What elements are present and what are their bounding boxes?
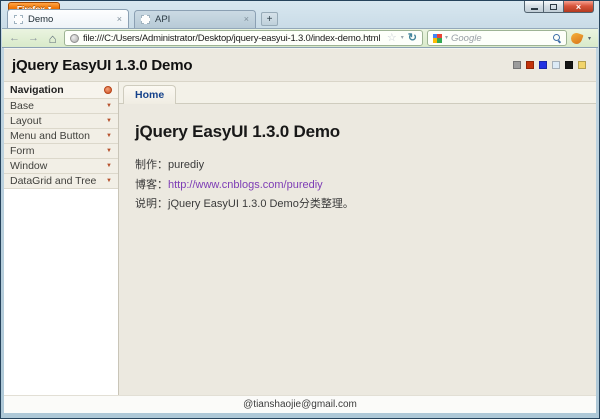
chevron-down-icon: ▼ bbox=[106, 118, 112, 124]
page-title: jQuery EasyUI 1.3.0 Demo bbox=[12, 56, 193, 74]
page-body: Navigation Base ▼ Layout ▼ Menu and Butt… bbox=[4, 81, 596, 395]
page-header: jQuery EasyUI 1.3.0 Demo bbox=[4, 49, 596, 81]
tab-demo[interactable]: Demo × bbox=[7, 9, 129, 28]
content-heading: jQuery EasyUI 1.3.0 Demo bbox=[135, 122, 340, 141]
titlebar: Firefox ▾ × Demo × API × + bbox=[1, 1, 599, 28]
footer-email: @tianshaojie@gmail.com bbox=[243, 399, 357, 410]
description-line: 说明：jQuery EasyUI 1.3.0 Demo分类整理。 bbox=[135, 197, 580, 212]
maximize-icon bbox=[550, 3, 557, 10]
url-text[interactable]: file:///C:/Users/Administrator/Desktop/j… bbox=[83, 33, 383, 44]
minimize-icon bbox=[530, 7, 538, 10]
minimize-button[interactable] bbox=[524, 1, 544, 13]
addon-icon[interactable] bbox=[569, 30, 584, 46]
bookmark-star-icon[interactable]: ☆ bbox=[387, 32, 397, 44]
sidebar-item-form[interactable]: Form ▼ bbox=[4, 144, 118, 159]
sidebar-item-datagrid-and-tree[interactable]: DataGrid and Tree ▼ bbox=[4, 174, 118, 189]
tab-home[interactable]: Home bbox=[123, 85, 177, 104]
page-footer: @tianshaojie@gmail.com bbox=[4, 395, 596, 413]
panel-tool-icon[interactable] bbox=[104, 86, 112, 94]
chevron-down-icon: ▼ bbox=[106, 178, 112, 184]
search-engine-dropdown-icon[interactable]: ▾ bbox=[445, 35, 448, 41]
url-bar[interactable]: file:///C:/Users/Administrator/Desktop/j… bbox=[64, 30, 423, 46]
url-dropdown-icon[interactable]: ▾ bbox=[401, 35, 404, 41]
theme-swatch[interactable] bbox=[552, 61, 560, 69]
home-content: jQuery EasyUI 1.3.0 Demo 制作：purediy 博客：h… bbox=[119, 104, 596, 395]
forward-button[interactable]: → bbox=[26, 31, 41, 46]
chevron-down-icon: ▼ bbox=[106, 133, 112, 139]
sidebar-item-label: Menu and Button bbox=[10, 130, 90, 142]
search-icon[interactable] bbox=[552, 34, 561, 42]
back-button[interactable]: ← bbox=[7, 31, 22, 46]
toolbar-overflow-icon[interactable]: ▾ bbox=[586, 35, 593, 42]
default-page-icon bbox=[141, 15, 150, 24]
navigation-toolbar: ← → ⌂ file:///C:/Users/Administrator/Des… bbox=[2, 28, 598, 48]
chevron-down-icon: ▼ bbox=[106, 103, 112, 109]
google-logo-icon bbox=[432, 33, 442, 43]
description-value: jQuery EasyUI 1.3.0 Demo分类整理。 bbox=[168, 198, 354, 210]
sidebar-item-label: DataGrid and Tree bbox=[10, 175, 97, 187]
close-tab-icon[interactable]: × bbox=[244, 15, 249, 24]
author-line: 制作：purediy bbox=[135, 158, 580, 173]
sidebar-item-menu-and-button[interactable]: Menu and Button ▼ bbox=[4, 129, 118, 144]
theme-switcher bbox=[513, 61, 586, 69]
navigation-panel-title: Navigation bbox=[10, 84, 64, 96]
blog-line: 博客：http://www.cnblogs.com/purediy bbox=[135, 178, 580, 193]
browser-window: Firefox ▾ × Demo × API × + ← → ⌂ bbox=[0, 0, 600, 419]
tab-home-label: Home bbox=[135, 89, 165, 101]
search-box[interactable]: ▾ Google bbox=[426, 30, 567, 46]
navigation-panel-header: Navigation bbox=[4, 82, 118, 99]
web-page: jQuery EasyUI 1.3.0 Demo Navigation Base… bbox=[4, 48, 596, 413]
chevron-down-icon: ▼ bbox=[106, 148, 112, 154]
sidebar-item-label: Layout bbox=[10, 115, 42, 127]
default-page-icon bbox=[14, 14, 23, 24]
sidebar-item-label: Form bbox=[10, 145, 35, 157]
theme-swatch[interactable] bbox=[526, 61, 534, 69]
author-label: 制作： bbox=[135, 159, 168, 171]
google-logo-cell bbox=[437, 38, 442, 43]
tab-label: Demo bbox=[28, 13, 54, 25]
home-button[interactable]: ⌂ bbox=[45, 31, 60, 46]
description-label: 说明： bbox=[135, 198, 168, 210]
tab-strip: Demo × API × + bbox=[7, 9, 278, 28]
page-globe-icon bbox=[70, 33, 79, 43]
sidebar-item-base[interactable]: Base ▼ bbox=[4, 99, 118, 114]
main-panel: Home jQuery EasyUI 1.3.0 Demo 制作：purediy… bbox=[119, 82, 596, 395]
tab-api[interactable]: API × bbox=[134, 10, 256, 28]
maximize-button[interactable] bbox=[544, 1, 564, 13]
author-value: purediy bbox=[168, 159, 205, 171]
sidebar-item-label: Base bbox=[10, 100, 34, 112]
chevron-down-icon: ▼ bbox=[106, 163, 112, 169]
close-icon: × bbox=[575, 1, 582, 12]
theme-swatch[interactable] bbox=[578, 61, 586, 69]
content-tab-strip: Home bbox=[119, 82, 596, 104]
sidebar-item-window[interactable]: Window ▼ bbox=[4, 159, 118, 174]
search-input[interactable]: Google bbox=[451, 33, 550, 44]
tab-label: API bbox=[155, 14, 171, 25]
reload-icon[interactable]: ↻ bbox=[408, 32, 417, 44]
new-tab-button[interactable]: + bbox=[261, 12, 278, 26]
theme-swatch[interactable] bbox=[513, 61, 521, 69]
navigation-panel: Navigation Base ▼ Layout ▼ Menu and Butt… bbox=[4, 82, 119, 395]
window-controls: × bbox=[524, 1, 594, 13]
theme-swatch[interactable] bbox=[565, 61, 573, 69]
close-window-button[interactable]: × bbox=[564, 1, 594, 13]
theme-swatch[interactable] bbox=[539, 61, 547, 69]
close-tab-icon[interactable]: × bbox=[117, 14, 122, 24]
blog-label: 博客： bbox=[135, 178, 168, 191]
sidebar-item-label: Window bbox=[10, 160, 48, 172]
blog-link[interactable]: http://www.cnblogs.com/purediy bbox=[168, 179, 323, 191]
sidebar-item-layout[interactable]: Layout ▼ bbox=[4, 114, 118, 129]
